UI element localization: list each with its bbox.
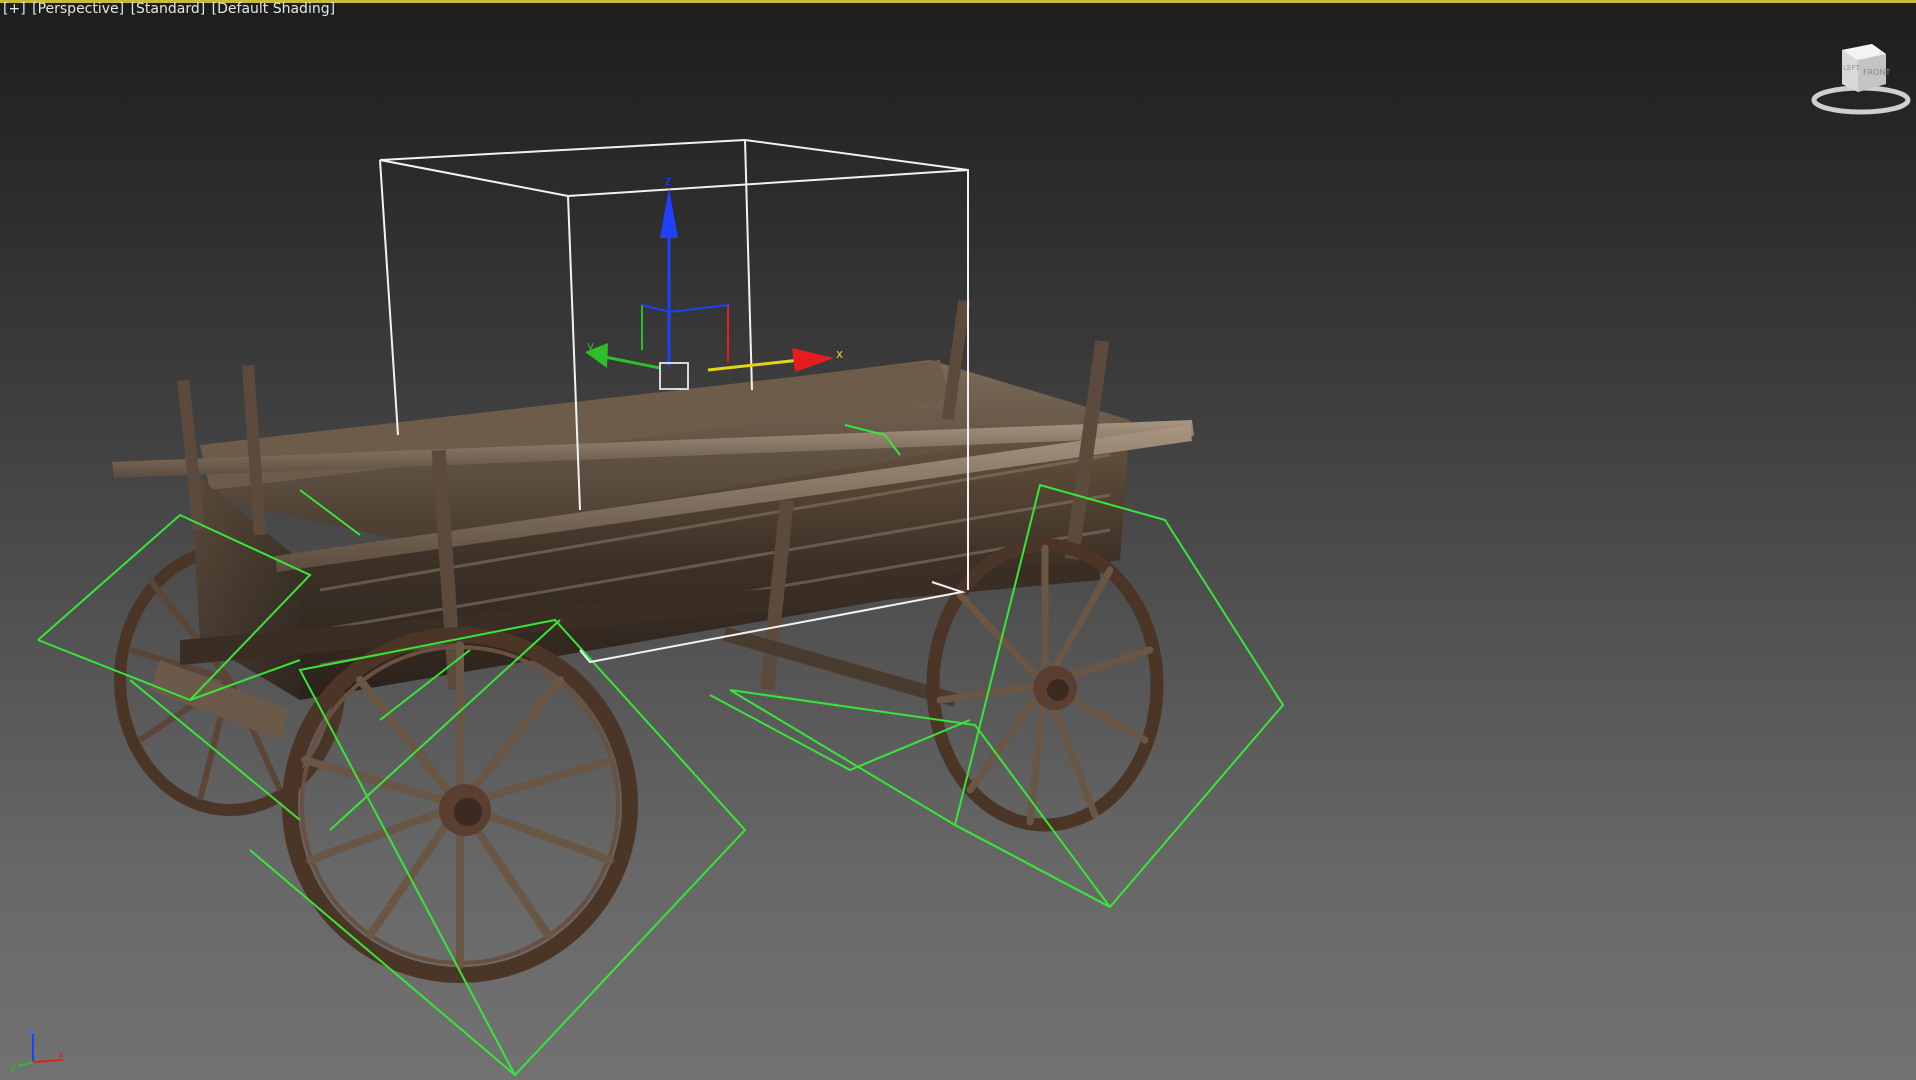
gizmo-z-arrow[interactable] <box>660 188 678 238</box>
gizmo-x-label: x <box>836 347 843 361</box>
viewcube[interactable]: FRONT LEFT <box>1806 30 1916 120</box>
scene-canvas[interactable]: z x y <box>0 0 1916 1080</box>
move-transform-gizmo[interactable]: z x y <box>585 174 843 390</box>
gizmo-x-axis[interactable] <box>707 358 801 372</box>
gizmo-y-label: y <box>587 339 594 353</box>
world-axis-x-label: x <box>58 1050 64 1061</box>
perspective-viewport[interactable]: [+] [Perspective] [Standard] [Default Sh… <box>0 0 1916 1080</box>
world-axis-tripod: z x y <box>10 1025 64 1073</box>
wagon-rear-right-wheel <box>926 538 1164 832</box>
world-axis-z-label: z <box>28 1025 33 1036</box>
wagon-front-left-wheel <box>282 627 638 983</box>
world-axis-y-label: y <box>10 1062 16 1073</box>
viewcube-front-label: FRONT <box>1863 68 1890 77</box>
gizmo-center-handle[interactable] <box>659 362 689 390</box>
gizmo-z-label: z <box>665 174 671 188</box>
viewcube-left-label: LEFT <box>1843 64 1860 72</box>
gizmo-y-axis[interactable] <box>599 354 661 370</box>
gizmo-x-arrow[interactable] <box>792 348 834 372</box>
